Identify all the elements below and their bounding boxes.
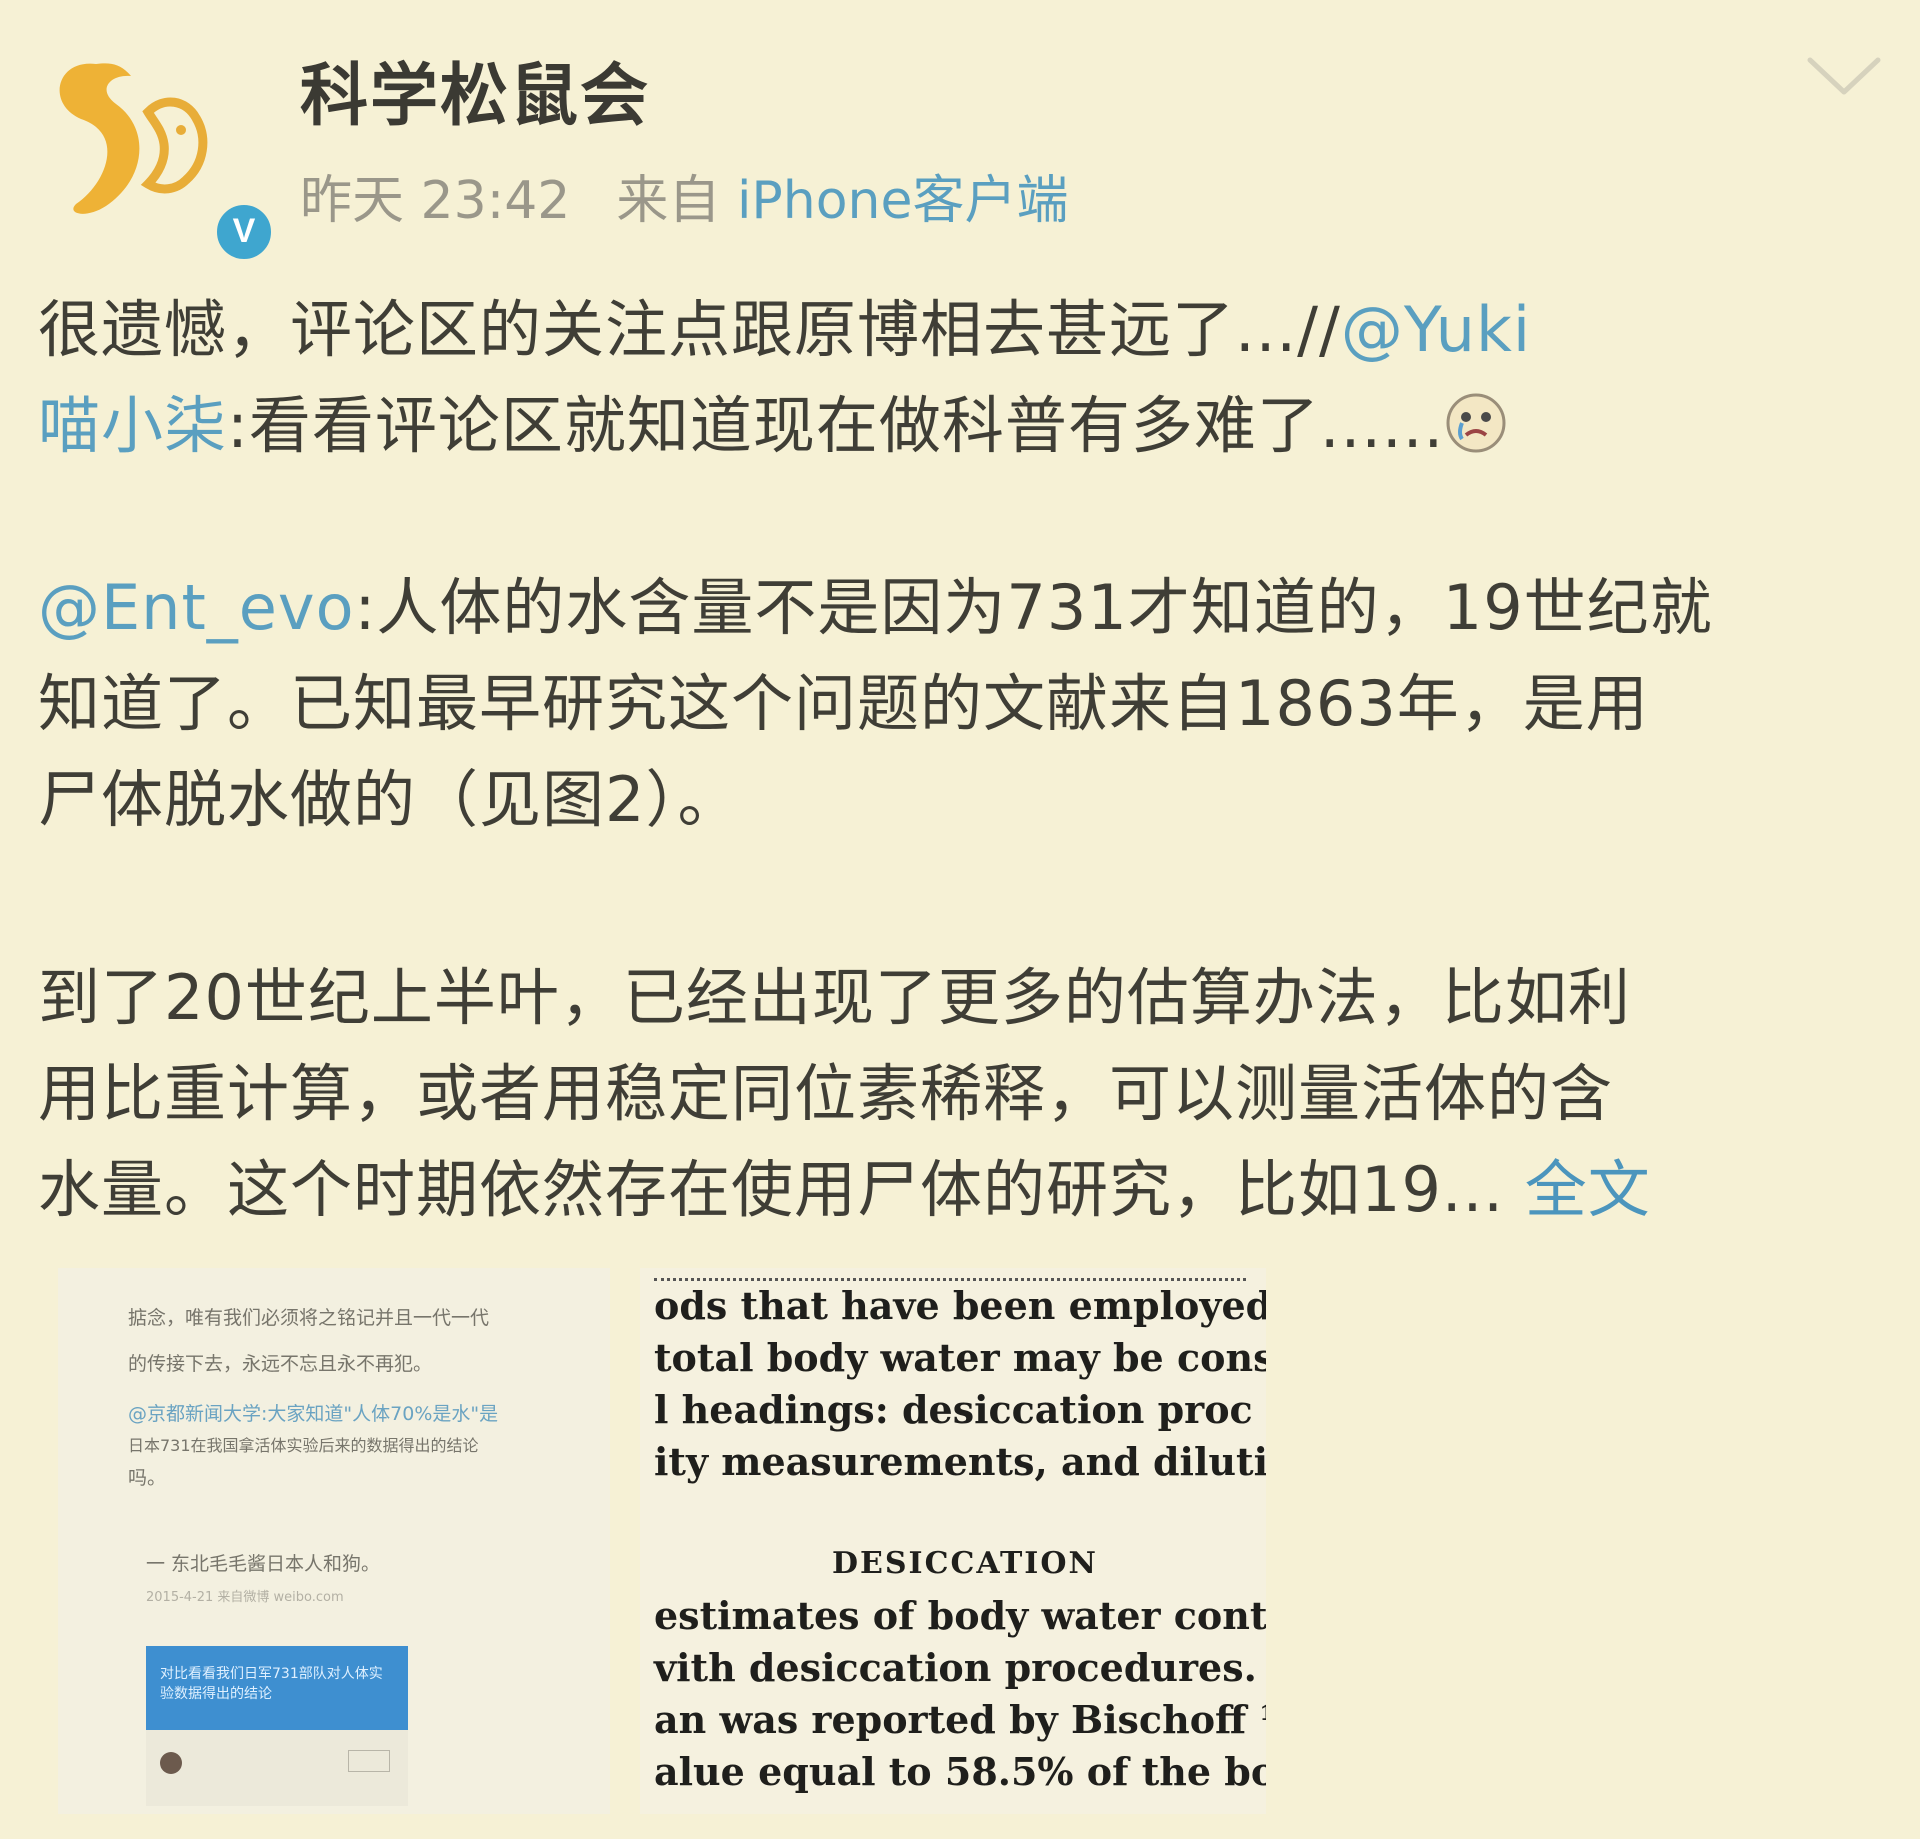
- repost-comment: 很遗憾，评论区的关注点跟原博相去甚远了...//: [38, 293, 1341, 366]
- thumb1-line: 掂念，唯有我们必须将之铭记并且一代一代: [128, 1307, 490, 1329]
- para2-line3: 水量。这个时期依然存在使用尸体的研究，比如19...: [38, 1153, 1505, 1226]
- mention-link-line1[interactable]: @Yuki: [1341, 293, 1531, 366]
- original-paragraph-2: 到了20世纪上半叶，已经出现了更多的估算办法，比如利 用比重计算，或者用稳定同位…: [38, 950, 1888, 1238]
- post-meta: 昨天 23:42 来自 iPhone客户端: [300, 158, 1068, 233]
- thumb1-card-footer: [146, 1730, 408, 1806]
- avatar[interactable]: V: [36, 34, 276, 264]
- thumb1-line: 吗。: [128, 1467, 167, 1489]
- follow-button-icon: [348, 1750, 390, 1772]
- full-text-link[interactable]: 全文: [1525, 1153, 1651, 1226]
- crying-face-icon: [1446, 393, 1506, 453]
- paper-scan-image[interactable]: ods that have been employed total body w…: [640, 1268, 1266, 1814]
- mention-link-line2[interactable]: 喵小柒: [38, 389, 227, 462]
- thumb1-line: 的传接下去，永远不忘且永不再犯。: [128, 1353, 433, 1375]
- para1-line3: 尸体脱水做的（见图2）。: [38, 763, 741, 836]
- thumb1-card: 对比看看我们日军731部队对人体实验数据得出的结论: [146, 1646, 408, 1730]
- paper-line: ods that have been employed: [654, 1283, 1266, 1328]
- username[interactable]: 科学松鼠会: [300, 40, 650, 139]
- paper-line: estimates of body water cont: [654, 1593, 1266, 1638]
- paper-line: an was reported by Bischoff ¹: [654, 1697, 1266, 1742]
- repost-text: 很遗憾，评论区的关注点跟原博相去甚远了...//@Yuki 喵小柒:看看评论区就…: [38, 282, 1888, 474]
- source-prefix: 来自: [616, 171, 721, 231]
- thumb1-line: 一 东北毛毛酱日本人和狗。: [146, 1553, 381, 1575]
- para2-line2: 用比重计算，或者用稳定同位素稀释，可以测量活体的含: [38, 1057, 1614, 1130]
- post-time: 昨天 23:42: [300, 171, 571, 231]
- paper-line: total body water may be cons: [654, 1335, 1266, 1380]
- mention-text: :看看评论区就知道现在做科普有多难了......: [227, 389, 1445, 462]
- screenshot-image[interactable]: 掂念，唯有我们必须将之铭记并且一代一代 的传接下去，永远不忘且永不再犯。 @京都…: [58, 1268, 610, 1814]
- para1-line2: 知道了。已知最早研究这个问题的文献来自1863年，是用: [38, 667, 1649, 740]
- thumb1-line: @京都新闻大学:大家知道"人体70%是水"是: [128, 1403, 499, 1425]
- verified-badge: V: [212, 200, 276, 264]
- avatar-icon: [160, 1752, 182, 1774]
- paper-line: l headings: desiccation proc: [654, 1387, 1253, 1432]
- paper-line: ity measurements, and dilution: [654, 1439, 1266, 1484]
- paper-line: alue equal to 58.5% of the bo: [654, 1749, 1266, 1794]
- weibo-post: V 科学松鼠会 昨天 23:42 来自 iPhone客户端 很遗憾，评论区的关注点…: [0, 0, 1920, 1839]
- paper-heading: DESICCATION: [832, 1546, 1098, 1581]
- thumb1-line: 日本731在我国拿活体实验后来的数据得出的结论: [128, 1436, 479, 1455]
- para2-line1: 到了20世纪上半叶，已经出现了更多的估算办法，比如利: [38, 961, 1631, 1034]
- paper-line: vith desiccation procedures. Or: [654, 1645, 1266, 1690]
- thumb1-line: 2015-4-21 来自微博 weibo.com: [146, 1590, 344, 1605]
- post-source[interactable]: iPhone客户端: [737, 171, 1069, 231]
- original-author-link[interactable]: @Ent_evo: [38, 571, 355, 644]
- para1-line1: :人体的水含量不是因为731才知道的，19世纪就: [354, 571, 1713, 644]
- squirrel-logo-icon: [59, 63, 208, 214]
- original-post-text: @Ent_evo:人体的水含量不是因为731才知道的，19世纪就 知道了。已知最…: [38, 560, 1888, 848]
- chevron-down-icon[interactable]: [1804, 52, 1884, 100]
